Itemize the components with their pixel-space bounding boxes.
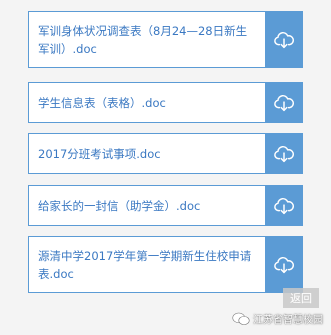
file-card[interactable]: 源清中学2017学年第一学期新生住校申请表.doc xyxy=(28,236,303,293)
file-name-link[interactable]: 2017分班考试事项.doc xyxy=(29,134,265,173)
file-card[interactable]: 给家长的一封信（助学金）.doc xyxy=(28,185,303,226)
download-button[interactable] xyxy=(265,12,302,67)
download-button[interactable] xyxy=(265,237,302,292)
file-card[interactable]: 学生信息表（表格）.doc xyxy=(28,82,303,123)
cloud-download-icon xyxy=(273,197,294,214)
download-button[interactable] xyxy=(265,186,302,225)
cloud-download-icon xyxy=(273,31,294,48)
wechat-icon xyxy=(232,312,250,325)
cloud-download-icon xyxy=(273,94,294,111)
file-name-link[interactable]: 给家长的一封信（助学金）.doc xyxy=(29,186,265,225)
file-name-link[interactable]: 学生信息表（表格）.doc xyxy=(29,83,265,122)
watermark-text: 江苏省智慧校园 xyxy=(253,315,323,326)
file-card[interactable]: 军训身体状况调查表（8月24—28日新生军训）.doc xyxy=(28,11,303,68)
download-button[interactable] xyxy=(265,134,302,173)
file-name-link[interactable]: 源清中学2017学年第一学期新生住校申请表.doc xyxy=(29,237,265,292)
cloud-download-icon xyxy=(273,145,294,162)
download-button[interactable] xyxy=(265,83,302,122)
cloud-download-icon xyxy=(273,256,294,273)
file-name-link[interactable]: 军训身体状况调查表（8月24—28日新生军训）.doc xyxy=(29,12,265,67)
file-card[interactable]: 2017分班考试事项.doc xyxy=(28,133,303,174)
back-button[interactable]: 返回 xyxy=(283,288,319,308)
watermark: 江苏省智慧校园 xyxy=(232,311,323,326)
